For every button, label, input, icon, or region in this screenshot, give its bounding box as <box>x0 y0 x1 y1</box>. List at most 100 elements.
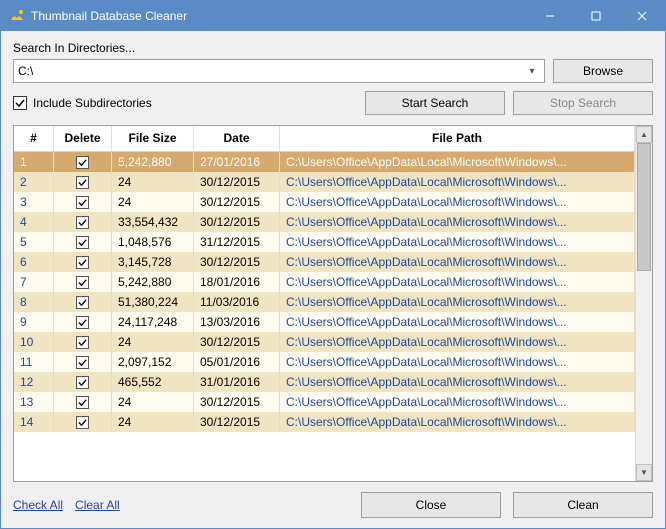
titlebar[interactable]: Thumbnail Database Cleaner <box>1 1 665 31</box>
table-row[interactable]: 132430/12/2015C:\Users\Office\AppData\Lo… <box>14 392 635 412</box>
scroll-track[interactable] <box>636 143 652 464</box>
table-row[interactable]: 851,380,22411/03/2016C:\Users\Office\App… <box>14 292 635 312</box>
scroll-down-button[interactable]: ▼ <box>636 464 652 481</box>
cell-size: 33,554,432 <box>112 212 194 232</box>
table-row[interactable]: 75,242,88018/01/2016C:\Users\Office\AppD… <box>14 272 635 292</box>
cell-size: 24 <box>112 412 194 432</box>
table-row[interactable]: 112,097,15205/01/2016C:\Users\Office\App… <box>14 352 635 372</box>
cell-date: 30/12/2015 <box>194 172 280 192</box>
row-delete-checkbox[interactable] <box>76 196 89 209</box>
table-row[interactable]: 32430/12/2015C:\Users\Office\AppData\Loc… <box>14 192 635 212</box>
cell-path: C:\Users\Office\AppData\Local\Microsoft\… <box>280 192 635 212</box>
cell-num: 1 <box>14 152 54 172</box>
cell-size: 24 <box>112 392 194 412</box>
row-delete-checkbox[interactable] <box>76 376 89 389</box>
table-row[interactable]: 102430/12/2015C:\Users\Office\AppData\Lo… <box>14 332 635 352</box>
row-delete-checkbox[interactable] <box>76 216 89 229</box>
col-header-size[interactable]: File Size <box>112 126 194 151</box>
row-delete-checkbox[interactable] <box>76 316 89 329</box>
cell-delete <box>54 172 112 192</box>
row-delete-checkbox[interactable] <box>76 236 89 249</box>
table-row[interactable]: 12465,55231/01/2016C:\Users\Office\AppDa… <box>14 372 635 392</box>
cell-num: 8 <box>14 292 54 312</box>
cell-date: 30/12/2015 <box>194 412 280 432</box>
cell-size: 465,552 <box>112 372 194 392</box>
cell-num: 11 <box>14 352 54 372</box>
directory-value: C:\ <box>18 64 524 78</box>
cell-date: 18/01/2016 <box>194 272 280 292</box>
table-body: 15,242,88027/01/2016C:\Users\Office\AppD… <box>14 152 635 481</box>
clear-all-link[interactable]: Clear All <box>75 498 120 512</box>
row-delete-checkbox[interactable] <box>76 176 89 189</box>
cell-num: 6 <box>14 252 54 272</box>
cell-num: 10 <box>14 332 54 352</box>
cell-date: 30/12/2015 <box>194 192 280 212</box>
cell-date: 11/03/2016 <box>194 292 280 312</box>
table-row[interactable]: 63,145,72830/12/2015C:\Users\Office\AppD… <box>14 252 635 272</box>
scroll-up-button[interactable]: ▲ <box>636 126 652 143</box>
scroll-thumb[interactable] <box>637 143 651 271</box>
table-row[interactable]: 22430/12/2015C:\Users\Office\AppData\Loc… <box>14 172 635 192</box>
cell-delete <box>54 212 112 232</box>
cell-date: 27/01/2016 <box>194 152 280 172</box>
table-row[interactable]: 924,117,24813/03/2016C:\Users\Office\App… <box>14 312 635 332</box>
cell-delete <box>54 332 112 352</box>
vertical-scrollbar[interactable]: ▲ ▼ <box>635 126 652 481</box>
cell-date: 30/12/2015 <box>194 252 280 272</box>
content-area: Search In Directories... C:\ ▾ Browse In… <box>1 31 665 528</box>
cell-date: 30/12/2015 <box>194 212 280 232</box>
col-header-num[interactable]: # <box>14 126 54 151</box>
cell-date: 30/12/2015 <box>194 392 280 412</box>
row-delete-checkbox[interactable] <box>76 256 89 269</box>
cell-date: 31/12/2015 <box>194 232 280 252</box>
include-subdirs-checkbox[interactable] <box>13 96 27 110</box>
cell-path: C:\Users\Office\AppData\Local\Microsoft\… <box>280 412 635 432</box>
table-row[interactable]: 433,554,43230/12/2015C:\Users\Office\App… <box>14 212 635 232</box>
table-header: # Delete File Size Date File Path <box>14 126 635 152</box>
cell-size: 5,242,880 <box>112 152 194 172</box>
row-delete-checkbox[interactable] <box>76 276 89 289</box>
col-header-delete[interactable]: Delete <box>54 126 112 151</box>
cell-path: C:\Users\Office\AppData\Local\Microsoft\… <box>280 352 635 372</box>
browse-button[interactable]: Browse <box>553 59 653 83</box>
table-row[interactable]: 142430/12/2015C:\Users\Office\AppData\Lo… <box>14 412 635 432</box>
row-delete-checkbox[interactable] <box>76 336 89 349</box>
row-delete-checkbox[interactable] <box>76 296 89 309</box>
cell-date: 05/01/2016 <box>194 352 280 372</box>
cell-delete <box>54 372 112 392</box>
cell-path: C:\Users\Office\AppData\Local\Microsoft\… <box>280 372 635 392</box>
col-header-path[interactable]: File Path <box>280 126 635 151</box>
cell-delete <box>54 352 112 372</box>
row-delete-checkbox[interactable] <box>76 356 89 369</box>
row-delete-checkbox[interactable] <box>76 156 89 169</box>
cell-size: 24 <box>112 172 194 192</box>
start-search-button[interactable]: Start Search <box>365 91 505 115</box>
cell-path: C:\Users\Office\AppData\Local\Microsoft\… <box>280 312 635 332</box>
check-all-link[interactable]: Check All <box>13 498 63 512</box>
close-button[interactable] <box>619 1 665 31</box>
row-delete-checkbox[interactable] <box>76 416 89 429</box>
maximize-button[interactable] <box>573 1 619 31</box>
cell-path: C:\Users\Office\AppData\Local\Microsoft\… <box>280 212 635 232</box>
directory-combo[interactable]: C:\ ▾ <box>13 59 545 83</box>
table-row[interactable]: 51,048,57631/12/2015C:\Users\Office\AppD… <box>14 232 635 252</box>
app-icon <box>9 8 25 24</box>
row-delete-checkbox[interactable] <box>76 396 89 409</box>
app-window: Thumbnail Database Cleaner Search In Dir… <box>0 0 666 529</box>
cell-num: 5 <box>14 232 54 252</box>
clean-button[interactable]: Clean <box>513 492 653 518</box>
cell-delete <box>54 192 112 212</box>
cell-size: 5,242,880 <box>112 272 194 292</box>
stop-search-button[interactable]: Stop Search <box>513 91 653 115</box>
minimize-button[interactable] <box>527 1 573 31</box>
cell-path: C:\Users\Office\AppData\Local\Microsoft\… <box>280 152 635 172</box>
cell-delete <box>54 272 112 292</box>
cell-num: 7 <box>14 272 54 292</box>
table-row[interactable]: 1 5,242,88027/01/2016C:\Users\Office\AppD… <box>14 152 635 172</box>
cell-path: C:\Users\Office\AppData\Local\Microsoft\… <box>280 292 635 312</box>
cell-path: C:\Users\Office\AppData\Local\Microsoft\… <box>280 232 635 252</box>
cell-date: 30/12/2015 <box>194 332 280 352</box>
col-header-date[interactable]: Date <box>194 126 280 151</box>
include-subdirs-label: Include Subdirectories <box>33 96 152 110</box>
close-app-button[interactable]: Close <box>361 492 501 518</box>
